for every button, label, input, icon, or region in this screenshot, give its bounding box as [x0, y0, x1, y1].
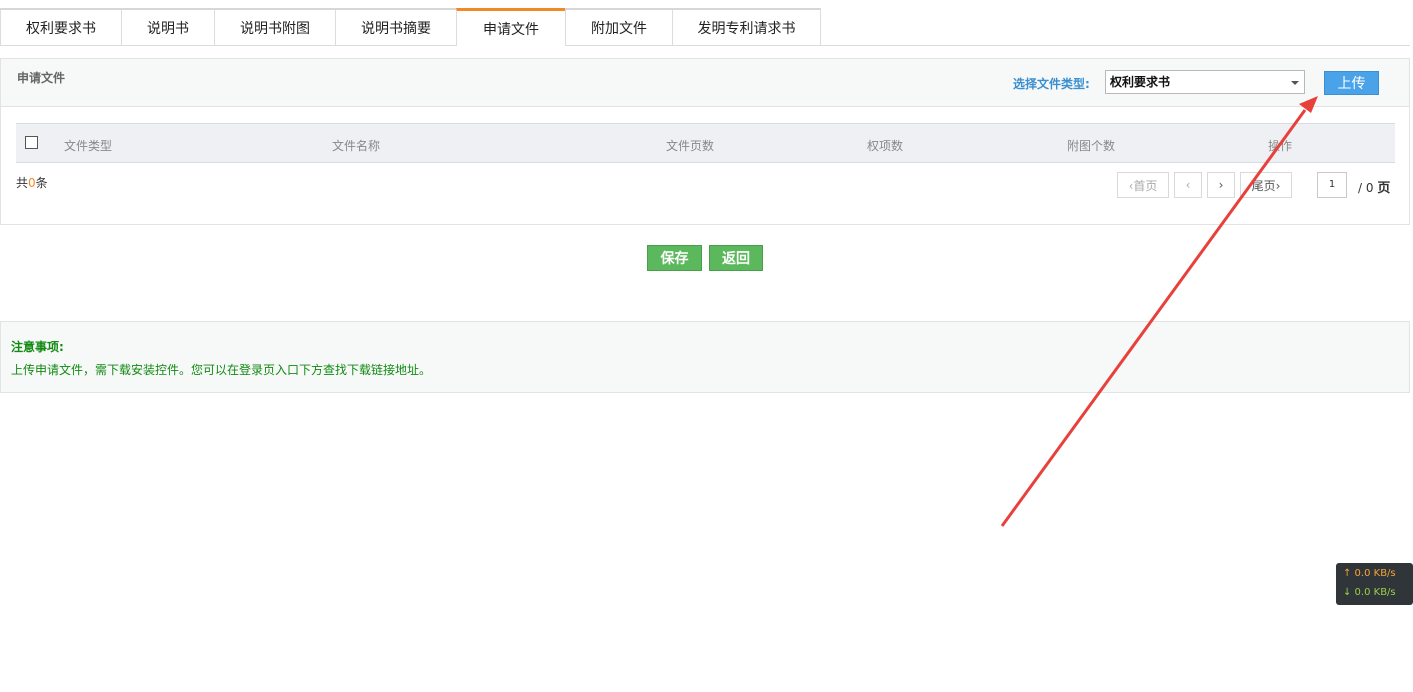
page-number-input[interactable]: 1 [1317, 172, 1347, 198]
file-type-select[interactable]: 权利要求书 [1105, 70, 1305, 94]
tab-application-files[interactable]: 申请文件 [456, 8, 565, 46]
column-actions: 操作 [1268, 139, 1293, 153]
pager-next-button[interactable]: › [1207, 172, 1235, 198]
notice-title: 注意事项: [11, 340, 64, 354]
column-claims-count: 权项数 [867, 139, 904, 153]
tab-description[interactable]: 说明书 [121, 8, 214, 46]
download-speed: ↓ 0.0 KB/s [1343, 587, 1396, 598]
tab-bar: 权利要求书 说明书 说明书附图 说明书摘要 申请文件 附加文件 发明专利请求书 [0, 8, 821, 46]
page-total-count: / 0 [1358, 181, 1374, 195]
column-drawing-count: 附图个数 [1067, 139, 1116, 153]
save-button[interactable]: 保存 [647, 245, 702, 271]
column-page-count: 文件页数 [666, 139, 715, 153]
table-header: 文件类型 文件名称 文件页数 权项数 附图个数 操作 [16, 123, 1395, 163]
pager-first-button[interactable]: ‹首页 [1117, 172, 1169, 198]
tab-invention-request[interactable]: 发明专利请求书 [672, 8, 821, 46]
file-type-value: 权利要求书 [1110, 75, 1171, 89]
record-count-prefix: 共 [16, 176, 29, 190]
tab-claims[interactable]: 权利要求书 [0, 8, 121, 46]
tab-additional-files[interactable]: 附加文件 [565, 8, 672, 46]
record-count-value: 0 [28, 176, 36, 190]
upload-speed: ↑ 0.0 KB/s [1343, 568, 1396, 579]
pager-prev-button[interactable]: ‹ [1174, 172, 1202, 198]
panel-title: 申请文件 [17, 71, 66, 85]
record-count: 共0条 [16, 174, 48, 191]
application-files-panel: 申请文件 选择文件类型: 权利要求书 上传 文件类型 文件名称 文件页数 权项数… [0, 58, 1410, 225]
panel-header: 申请文件 选择文件类型: 权利要求书 上传 [1, 59, 1409, 107]
page-total: / 0 页 [1358, 177, 1390, 196]
column-file-name: 文件名称 [332, 139, 381, 153]
pager-last-button[interactable]: 尾页› [1240, 172, 1292, 198]
network-speed-widget: ↑ 0.0 KB/s ↓ 0.0 KB/s [1336, 563, 1413, 605]
file-type-label: 选择文件类型: [1013, 77, 1090, 91]
upload-button[interactable]: 上传 [1324, 71, 1379, 95]
tab-divider [0, 45, 1410, 46]
tab-abstract[interactable]: 说明书摘要 [335, 8, 456, 46]
notice-text: 上传申请文件，需下载安装控件。您可以在登录页入口下方查找下载链接地址。 [11, 363, 432, 377]
record-count-suffix: 条 [35, 176, 48, 190]
page-unit: 页 [1377, 181, 1391, 196]
select-all-checkbox[interactable] [25, 136, 38, 149]
column-file-type: 文件类型 [64, 139, 113, 153]
back-button[interactable]: 返回 [709, 245, 763, 271]
chevron-down-icon [1291, 81, 1299, 85]
notice-box: 注意事项: 上传申请文件，需下载安装控件。您可以在登录页入口下方查找下载链接地址… [0, 321, 1410, 393]
tab-description-drawings[interactable]: 说明书附图 [214, 8, 335, 46]
